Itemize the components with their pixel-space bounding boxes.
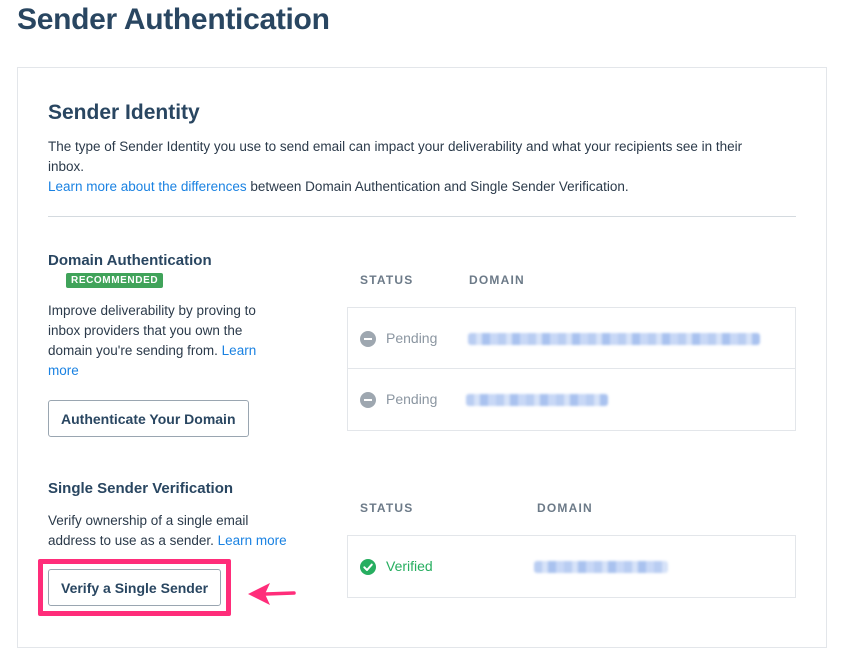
section-title: Sender Identity	[48, 101, 200, 124]
learn-more-differences-link[interactable]: Learn more about the differences	[48, 179, 247, 194]
single-sender-learn-more-link[interactable]: Learn more	[218, 533, 287, 548]
single-sender-description: Verify ownership of a single email addre…	[48, 511, 298, 551]
redacted-domain	[466, 394, 608, 406]
authenticate-domain-button[interactable]: Authenticate Your Domain	[48, 400, 249, 437]
domain-auth-table: Pending Pending	[347, 307, 796, 431]
domain-auth-title: Domain Authentication	[48, 252, 212, 269]
status-text: Pending	[386, 330, 438, 346]
arrow-left-icon	[248, 583, 296, 605]
table-row: Pending	[348, 369, 795, 430]
status-text: Pending	[386, 391, 438, 407]
intro-learn-more-line: Learn more about the differences between…	[48, 177, 629, 197]
minus-circle-icon	[360, 331, 376, 347]
check-circle-icon	[360, 559, 376, 575]
redacted-domain	[534, 561, 668, 573]
intro-text: The type of Sender Identity you use to s…	[48, 139, 743, 174]
intro-learn-more-suffix: between Domain Authentication and Single…	[246, 179, 629, 194]
single-sender-domain-header: DOMAIN	[537, 501, 593, 515]
status-text: Verified	[386, 558, 433, 574]
domain-auth-status-header: STATUS	[360, 273, 414, 287]
highlight-box	[38, 559, 231, 616]
page-title: Sender Authentication	[17, 3, 330, 36]
divider	[48, 216, 796, 217]
table-row: Pending	[348, 308, 795, 369]
single-sender-title: Single Sender Verification	[48, 480, 234, 497]
single-sender-table: Verified	[347, 535, 796, 598]
redacted-domain	[468, 333, 760, 345]
domain-auth-description: Improve deliverability by proving to inb…	[48, 301, 280, 381]
single-sender-status-header: STATUS	[360, 501, 414, 515]
recommended-badge: RECOMMENDED	[66, 273, 164, 288]
table-row: Verified	[348, 536, 795, 597]
domain-auth-domain-header: DOMAIN	[469, 273, 525, 287]
minus-circle-icon	[360, 392, 376, 408]
